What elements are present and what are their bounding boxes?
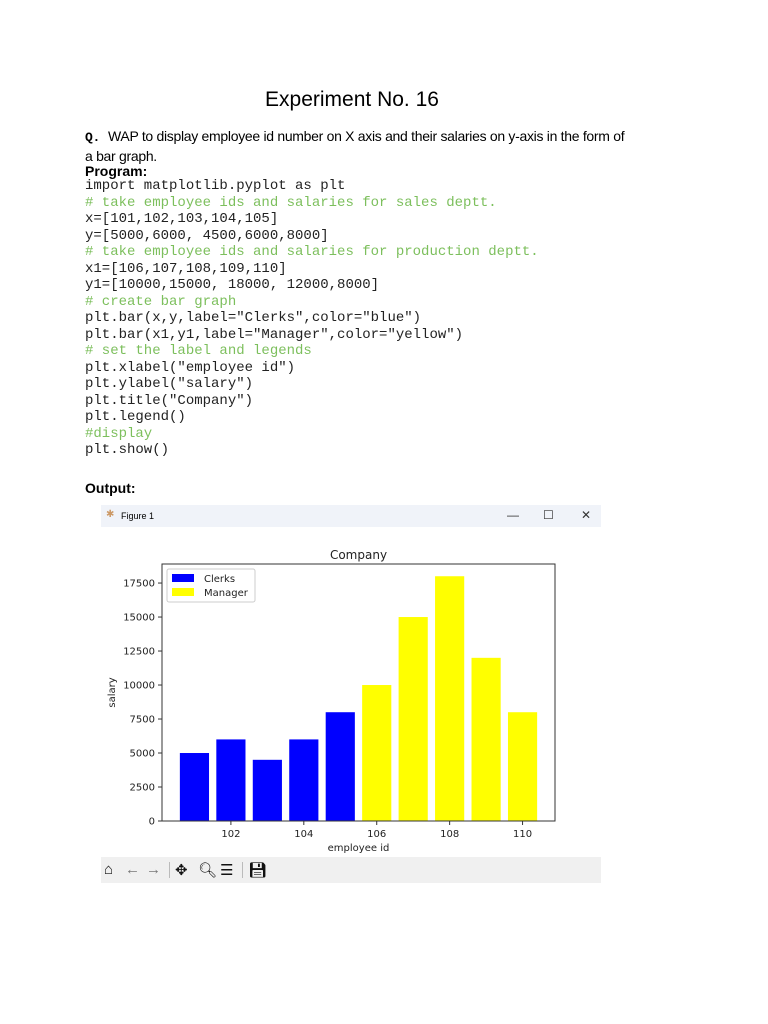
code-line: plt.bar(x1,y1,label="Manager",color="yel…	[85, 326, 464, 343]
bar-clerks	[325, 712, 355, 821]
code-comment: #display	[85, 425, 153, 442]
page-title: Experiment No. 16	[0, 88, 768, 112]
home-icon[interactable]: ⌂	[104, 861, 113, 878]
question: Q. WAP to display employee id number on X…	[85, 127, 625, 165]
code-line: plt.show()	[85, 442, 170, 458]
x-tick-label: 106	[367, 829, 386, 840]
question-text: WAP to display employee id number on X a…	[85, 128, 625, 164]
pan-icon[interactable]: ✥	[175, 861, 188, 879]
x-tick-label: 110	[513, 829, 532, 840]
configure-icon[interactable]: ☰	[220, 861, 233, 879]
legend-label: Clerks	[204, 574, 235, 585]
bar-clerks	[216, 739, 246, 821]
code-block: import matplotlib.pyplot as plt # take em…	[85, 178, 539, 459]
figure-toolbar: ⌂ ← → ✥ 🔍︎ ☰ 💾︎	[101, 857, 601, 883]
bar-clerks	[252, 759, 282, 821]
save-icon[interactable]: 💾︎	[248, 861, 267, 879]
bar-manager	[507, 712, 538, 821]
code-line: import matplotlib.pyplot as plt	[85, 178, 346, 194]
program-label: Program:	[85, 163, 148, 179]
code-line: y1=[10000,15000, 18000, 12000,8000]	[85, 277, 380, 293]
bar-clerks	[179, 753, 210, 821]
code-line: plt.ylabel("salary")	[85, 376, 254, 392]
bar-manager	[471, 657, 501, 821]
code-comment: # take employee ids and salaries for pro…	[85, 244, 539, 260]
back-icon[interactable]: ←	[125, 861, 140, 878]
figure-window: ✱ Figure 1 — ☐ ✕ 102 104 106 108 110 0 2500 500…	[101, 505, 601, 883]
y-tick-label: 12500	[123, 647, 155, 658]
y-tick-label: 0	[149, 817, 155, 828]
code-comment: # set the label and legends	[85, 343, 312, 359]
question-marker: Q.	[85, 130, 101, 145]
zoom-icon[interactable]: 🔍︎	[198, 861, 217, 879]
output-label: Output:	[85, 480, 136, 496]
bar-manager	[362, 685, 392, 821]
y-tick-label: 7500	[130, 715, 155, 726]
bar-chart: 102 104 106 108 110 0 2500 5000 7500 10000 12500 15…	[107, 548, 556, 854]
legend-label: Manager	[204, 588, 249, 599]
y-tick-label: 17500	[123, 579, 155, 590]
code-line: y=[5000,6000, 4500,6000,8000]	[85, 227, 329, 244]
y-tick-label: 15000	[123, 613, 155, 624]
legend-swatch-manager	[172, 588, 194, 596]
x-axis-label: employee id	[328, 843, 390, 854]
code-line: plt.legend()	[85, 409, 186, 425]
bar-manager	[435, 576, 465, 821]
code-line: x1=[106,107,108,109,110]	[85, 260, 287, 277]
y-tick-label: 5000	[130, 749, 155, 760]
bar-clerks	[289, 739, 319, 821]
legend-swatch-clerks	[172, 574, 194, 582]
code-comment: # create bar graph	[85, 293, 237, 310]
x-tick-label: 102	[221, 829, 240, 840]
code-line: x=[101,102,103,104,105]	[85, 211, 279, 227]
y-axis-label: salary	[107, 677, 118, 707]
code-line: plt.xlabel("employee id")	[85, 359, 296, 376]
forward-icon[interactable]: →	[146, 861, 161, 878]
code-comment: # take employee ids and salaries for sal…	[85, 194, 497, 211]
y-tick-label: 2500	[130, 783, 155, 794]
bar-manager	[398, 617, 428, 821]
title-text: Experiment No. 16	[265, 88, 439, 111]
code-line: plt.title("Company")	[85, 392, 254, 409]
document-page: Experiment No. 16 Q. WAP to display emplo…	[0, 0, 768, 1024]
y-tick-label: 10000	[123, 681, 155, 692]
x-tick-label: 104	[294, 829, 313, 840]
toolbar-separator	[242, 862, 243, 878]
x-tick-label: 108	[440, 829, 459, 840]
chart-title: Company	[330, 548, 387, 562]
code-line: plt.bar(x,y,label="Clerks",color="blue")	[85, 310, 422, 326]
toolbar-separator	[169, 862, 170, 878]
